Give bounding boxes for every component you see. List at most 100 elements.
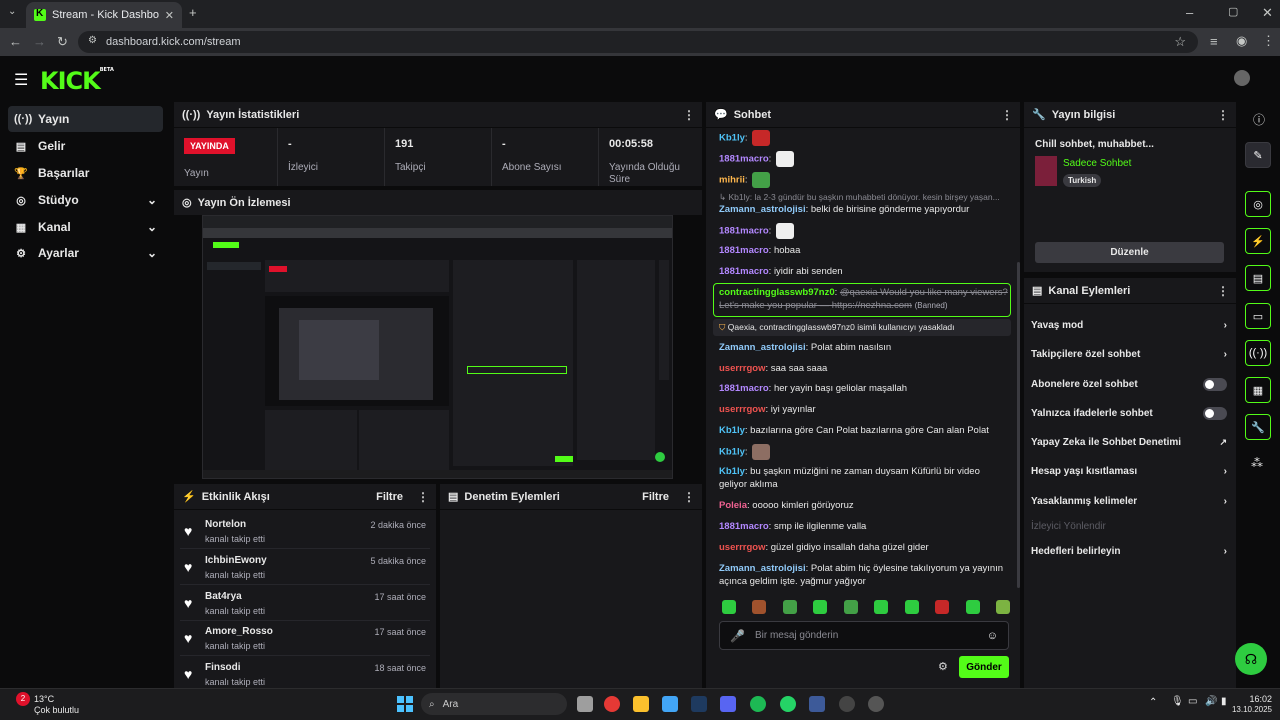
chat-username[interactable]: Poleia — [719, 500, 747, 511]
app-icon[interactable] — [809, 696, 825, 712]
action-ai-moderation[interactable]: Yapay Zeka ile Sohbet Denetimi ↗ — [1031, 432, 1231, 452]
reload-icon[interactable]: ↻ — [57, 34, 68, 50]
close-window-icon[interactable]: ✕ — [1262, 5, 1273, 21]
emote-button[interactable] — [813, 600, 828, 614]
forward-icon[interactable]: → — [33, 34, 46, 49]
emote-button[interactable] — [782, 600, 797, 614]
chat-username[interactable]: Zamann_astrolojisi — [719, 563, 806, 574]
sidebar-item-studyo[interactable]: ◎ Stüdyo ⌄ — [8, 187, 163, 213]
chat-settings-gear-icon[interactable]: ⚙ — [938, 660, 948, 673]
activity-user[interactable]: Nortelon — [205, 519, 246, 530]
chat-username[interactable]: Kb1ly — [719, 133, 745, 144]
chat-username[interactable]: 1881macro — [719, 245, 769, 256]
bookmark-star-icon[interactable]: ☆ — [1174, 34, 1186, 50]
chat-username[interactable]: Kb1ly — [719, 447, 745, 458]
more-options-icon[interactable]: ⋮ — [417, 490, 429, 504]
chat-username[interactable]: Zamann_astrolojisi — [719, 342, 806, 353]
chat-username[interactable]: 1881macro — [719, 154, 769, 165]
emote-button[interactable] — [935, 600, 950, 614]
action-set-goals[interactable]: Hedefleri belirleyin › — [1031, 541, 1231, 561]
tab-list-icon[interactable]: ⌄ — [8, 6, 16, 17]
obs-icon[interactable] — [839, 696, 855, 712]
spotify-icon[interactable] — [750, 696, 766, 712]
volume-icon[interactable]: 🔊 — [1205, 696, 1217, 707]
minimize-icon[interactable]: – — [1186, 5, 1193, 20]
action-slow-mode[interactable]: Yavaş mod › — [1031, 315, 1231, 335]
microphone-icon[interactable]: 🎤 — [730, 629, 745, 643]
browser-tab[interactable]: Stream - Kick Dashboard ✕ — [26, 2, 182, 28]
chat-username[interactable]: 1881macro — [719, 226, 769, 237]
chat-username[interactable]: userrrgow — [719, 542, 765, 553]
chat-username[interactable]: userrrgow — [719, 363, 765, 374]
support-button[interactable]: ☊ — [1235, 643, 1267, 675]
emote-button[interactable] — [874, 600, 889, 614]
emotes-only-toggle[interactable] — [1203, 406, 1227, 420]
more-options-icon[interactable]: ⋮ — [1217, 108, 1229, 122]
store-icon[interactable] — [662, 696, 678, 712]
emote-button[interactable] — [722, 600, 736, 614]
chat-input[interactable]: 🎤 Bir mesaj gönderin ☺ — [719, 621, 1009, 650]
layout-button[interactable]: ▦ — [1245, 377, 1271, 403]
kick-logo[interactable]: KICKBETA — [40, 67, 114, 95]
menu-icon[interactable]: ⋮ — [1262, 33, 1275, 49]
clock-date[interactable]: 13.10.2025 — [1222, 705, 1272, 714]
category-link[interactable]: Sadece Sohbet — [1063, 158, 1131, 169]
broadcast-button[interactable]: ((·)) — [1245, 340, 1271, 366]
info-icon[interactable]: ⓘ — [1253, 111, 1265, 128]
tools-button[interactable]: 🔧 — [1245, 414, 1271, 440]
windows-start-icon[interactable] — [397, 696, 413, 712]
stream-preview-video[interactable] — [202, 215, 673, 479]
chat-scrollbar[interactable] — [1017, 262, 1020, 588]
more-options-icon[interactable]: ⋮ — [683, 490, 695, 504]
task-view-icon[interactable] — [577, 696, 593, 712]
sidebar-item-ayarlar[interactable]: ⚙ Ayarlar ⌄ — [8, 240, 163, 266]
weather-temp[interactable]: 13°C — [34, 694, 54, 704]
emote-button[interactable] — [904, 600, 919, 614]
studio-button[interactable]: ◎ — [1245, 191, 1271, 217]
chat-username[interactable]: contractingglasswb97nz0 — [719, 287, 835, 298]
emote-button[interactable] — [995, 600, 1010, 614]
maximize-icon[interactable]: ▢ — [1228, 5, 1238, 18]
send-button[interactable]: Gönder — [959, 656, 1009, 678]
activity-user[interactable]: Finsodi — [205, 662, 241, 673]
profile-icon[interactable]: ◉ — [1236, 33, 1247, 49]
chat-username[interactable]: Zamann_astrolojisi — [719, 204, 806, 215]
weather-desc[interactable]: Çok bulutlu — [34, 705, 79, 715]
edit-button[interactable]: Düzenle — [1035, 242, 1224, 263]
hamburger-menu-icon[interactable]: ☰ — [14, 70, 28, 90]
sidebar-item-yayin[interactable]: ((·)) Yayın — [8, 106, 163, 132]
lightning-button[interactable]: ⚡ — [1245, 228, 1271, 254]
chat-username[interactable]: 1881macro — [719, 266, 769, 277]
address-bar[interactable]: ⚙ dashboard.kick.com/stream ☆ — [78, 31, 1198, 53]
back-icon[interactable]: ← — [9, 34, 22, 49]
taskbar-search[interactable]: ⌕ Ara — [421, 693, 567, 715]
activity-user[interactable]: IchbinEwony — [205, 555, 267, 566]
more-options-icon[interactable]: ⋮ — [1217, 284, 1229, 298]
chat-username[interactable]: Kb1ly — [719, 466, 745, 477]
chrome-icon[interactable] — [604, 696, 620, 712]
activity-user[interactable]: Amore_Rosso — [205, 626, 273, 637]
filter-button[interactable]: Filtre — [642, 491, 669, 503]
emoji-picker-icon[interactable]: ☺ — [987, 630, 998, 642]
chat-username[interactable]: 1881macro — [719, 383, 769, 394]
chat-username[interactable]: Kb1ly — [719, 425, 745, 436]
chat-username[interactable]: mihrii — [719, 175, 745, 186]
chat-username[interactable]: 1881macro — [719, 521, 769, 532]
add-widget-icon[interactable]: ⁂ — [1251, 456, 1263, 470]
close-tab-icon[interactable]: ✕ — [165, 9, 174, 22]
media-player-icon[interactable] — [868, 696, 884, 712]
sidebar-item-gelir[interactable]: ▤ Gelir — [8, 133, 163, 159]
sidebar-item-kanal[interactable]: ▦ Kanal ⌄ — [8, 214, 163, 240]
chat-button[interactable]: ▭ — [1245, 303, 1271, 329]
notes-button[interactable]: ▤ — [1245, 265, 1271, 291]
subscribers-only-toggle[interactable] — [1203, 377, 1227, 391]
site-info-icon[interactable]: ⚙ — [88, 35, 97, 46]
action-account-age[interactable]: Hesap yaşı kısıtlaması › — [1031, 461, 1231, 481]
action-followers-only[interactable]: Takipçilere özel sohbet › — [1031, 344, 1231, 364]
chat-username[interactable]: userrrgow — [719, 404, 765, 415]
sidebar-item-basarilar[interactable]: 🏆 Başarılar — [8, 160, 163, 186]
whatsapp-icon[interactable] — [780, 696, 796, 712]
emote-button[interactable] — [752, 600, 767, 614]
activity-user[interactable]: Bat4rya — [205, 591, 242, 602]
microphone-tray-icon[interactable]: 🎙 — [1171, 696, 1184, 707]
